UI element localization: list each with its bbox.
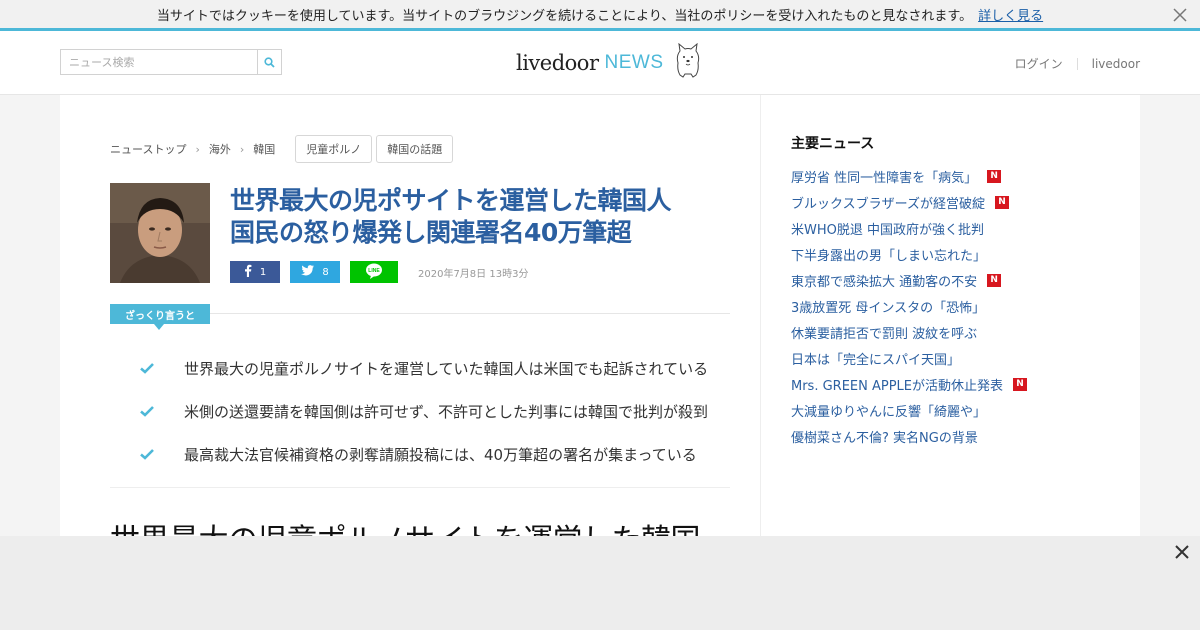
list-item: 最高裁大法官候補資格の剥奪請願投稿には、40万筆超の署名が集まっている	[140, 433, 740, 476]
summary-list: 世界最大の児童ポルノサイトを運営していた韓国人は米国でも起訴されている 米側の送…	[140, 347, 740, 476]
line-share-button[interactable]: LINE	[350, 261, 398, 283]
news-list-item[interactable]: 優樹菜さん不倫? 実名NGの背景	[791, 423, 1131, 449]
cookie-message: 当サイトではクッキーを使用しています。当サイトのブラウジングを続けることにより、…	[156, 8, 973, 24]
divider	[1076, 57, 1078, 70]
headline-line-1: 世界最大の児ポサイトを運営した韓国人	[230, 186, 672, 215]
news-title: 厚労省 性同一性障害を「病気」	[791, 170, 978, 186]
news-title: 東京都で感染拡大 通勤客の不安	[791, 274, 978, 290]
svg-text:LINE: LINE	[368, 268, 380, 274]
news-title: 日本は「完全にスパイ天国」	[791, 352, 961, 368]
new-badge: N	[1013, 377, 1028, 391]
summary-text: 世界最大の児童ポルノサイトを運営していた韓国人は米国でも起訴されている	[184, 360, 709, 378]
chevron-right-icon: ›	[239, 142, 245, 156]
summary-text: 最高裁大法官候補資格の剥奪請願投稿には、40万筆超の署名が集まっている	[184, 446, 697, 464]
facebook-count: 1	[259, 266, 267, 278]
breadcrumb-item-overseas[interactable]: 海外	[209, 141, 231, 157]
facebook-icon	[244, 264, 252, 280]
news-title: 優樹菜さん不倫? 実名NGの背景	[791, 430, 978, 446]
search-icon	[264, 53, 275, 72]
cookie-banner: 当サイトではクッキーを使用しています。当サイトのブラウジングを続けることにより、…	[0, 0, 1200, 31]
share-bar: 1 8 LINE 2020年7月8日 13時3分	[230, 261, 528, 283]
summary-text: 米側の送還要請を韓国側は許可せず、不許可とした判事には韓国で批判が殺到	[184, 403, 708, 421]
cookie-details-link[interactable]: 詳しく見る	[978, 5, 1043, 24]
line-icon: LINE	[365, 263, 383, 282]
breadcrumb-item-korea[interactable]: 韓国	[253, 141, 275, 157]
news-title: 休業要請拒否で罰則 波紋を呼ぶ	[791, 326, 978, 342]
news-list-item[interactable]: 厚労省 性同一性障害を「病気」 N	[791, 163, 1131, 189]
check-icon	[140, 406, 184, 417]
logo-news: NEWS	[604, 52, 664, 73]
new-badge: N	[994, 195, 1009, 209]
dog-mascot-icon	[674, 42, 702, 83]
tag-child-porn[interactable]: 児童ポルノ	[295, 135, 373, 163]
search-input[interactable]	[61, 50, 257, 74]
new-badge: N	[987, 169, 1002, 183]
check-icon	[140, 363, 184, 374]
breadcrumb-item-top[interactable]: ニューストップ	[110, 141, 186, 157]
news-title: 米WHO脱退 中国政府が強く批判	[791, 222, 984, 238]
publish-date: 2020年7月8日 13時3分	[418, 268, 529, 280]
list-item: 米側の送還要請を韓国側は許可せず、不許可とした判事には韓国で批判が殺到	[140, 390, 740, 433]
news-title: Mrs. GREEN APPLEが活動休止発表	[791, 378, 1004, 394]
news-list-item[interactable]: 東京都で感染拡大 通勤客の不安 N	[791, 267, 1131, 293]
logo-livedoor: livedoor	[516, 51, 599, 75]
news-list-item[interactable]: 休業要請拒否で罰則 波紋を呼ぶ	[791, 319, 1131, 345]
divider	[110, 487, 730, 488]
facebook-share-button[interactable]: 1	[230, 261, 280, 283]
breadcrumb: ニューストップ › 海外 › 韓国 児童ポルノ 韓国の話題	[110, 135, 454, 163]
news-title: 大減量ゆりやんに反響「綺麗や」	[791, 404, 987, 420]
summary-label: ざっくり言うと	[110, 304, 210, 330]
article-thumbnail[interactable]	[110, 183, 210, 283]
twitter-count: 8	[322, 266, 329, 278]
sidebar-heading: 主要ニュース	[791, 136, 875, 152]
site-logo[interactable]: livedoor NEWS	[516, 42, 702, 83]
article-headline: 世界最大の児ポサイトを運営した韓国人 国民の怒り爆発し関連署名40万筆超	[230, 185, 750, 249]
search-box	[60, 49, 282, 75]
ad-overlay	[0, 536, 1200, 630]
livedoor-link[interactable]: livedoor	[1092, 57, 1140, 71]
new-badge: N	[987, 273, 1002, 287]
news-list-item[interactable]: 下半身露出の男「しまい忘れた」	[791, 241, 1131, 267]
divider	[210, 313, 730, 314]
headline-line-2: 国民の怒り爆発し関連署名40万筆超	[230, 218, 632, 247]
news-list-item[interactable]: 米WHO脱退 中国政府が強く批判	[791, 215, 1131, 241]
news-list-item[interactable]: 3歳放置死 母インスタの「恐怖」	[791, 293, 1131, 319]
site-header: livedoor NEWS ログイン livedoor	[0, 31, 1200, 95]
search-button[interactable]	[257, 50, 281, 74]
news-list: 厚労省 性同一性障害を「病気」 N ブルックスブラザーズが経営破綻 N 米WHO脱退 中…	[791, 163, 1131, 449]
news-title: 3歳放置死 母インスタの「恐怖」	[791, 300, 986, 316]
tag-korea-topics[interactable]: 韓国の話題	[376, 135, 454, 163]
twitter-icon	[301, 265, 315, 279]
header-links: ログイン livedoor	[1015, 55, 1140, 72]
news-list-item[interactable]: Mrs. GREEN APPLEが活動休止発表 N	[791, 371, 1131, 397]
news-list-item[interactable]: ブルックスブラザーズが経営破綻 N	[791, 189, 1131, 215]
twitter-share-button[interactable]: 8	[290, 261, 340, 283]
news-title: ブルックスブラザーズが経営破綻	[791, 196, 985, 212]
news-list-item[interactable]: 大減量ゆりやんに反響「綺麗や」	[791, 397, 1131, 423]
chevron-right-icon: ›	[195, 142, 200, 156]
login-link[interactable]: ログイン	[1015, 55, 1063, 72]
check-icon	[140, 449, 184, 460]
news-list-item[interactable]: 日本は「完全にスパイ天国」	[791, 345, 1131, 371]
close-icon[interactable]	[1170, 5, 1190, 25]
list-item: 世界最大の児童ポルノサイトを運営していた韓国人は米国でも起訴されている	[140, 347, 740, 390]
news-title: 下半身露出の男「しまい忘れた」	[791, 248, 987, 264]
close-icon[interactable]	[1172, 542, 1192, 562]
